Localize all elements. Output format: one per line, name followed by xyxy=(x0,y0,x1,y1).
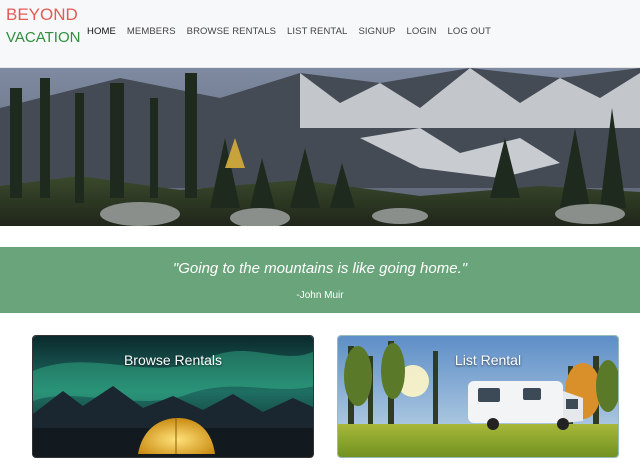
navbar: BEYOND VACATION HOME MEMBERS BROWSE RENT… xyxy=(0,0,640,68)
brand-line-1: BEYOND xyxy=(6,5,78,24)
hero-mountain-image xyxy=(0,68,640,226)
nav-signup[interactable]: SIGNUP xyxy=(358,26,395,37)
quote-text: "Going to the mountains is like going ho… xyxy=(172,260,468,277)
brand-line-2: VACATION xyxy=(6,29,81,46)
browse-rentals-card[interactable]: Browse Rentals xyxy=(32,335,314,458)
browse-rentals-label: Browse Rentals xyxy=(123,352,223,368)
nav-home[interactable]: HOME xyxy=(87,26,116,37)
list-rental-card[interactable]: List Rental xyxy=(337,335,619,458)
nav-browse-rentals[interactable]: BROWSE RENTALS xyxy=(187,26,276,37)
main-nav: HOME MEMBERS BROWSE RENTALS LIST RENTAL … xyxy=(87,26,502,37)
nav-list-rental[interactable]: LIST RENTAL xyxy=(287,26,347,37)
nav-login[interactable]: LOGIN xyxy=(406,26,436,37)
hero-landscape xyxy=(0,68,640,226)
nav-logout[interactable]: LOG OUT xyxy=(448,26,491,37)
quote-author: -John Muir xyxy=(296,290,344,301)
quote-banner: "Going to the mountains is like going ho… xyxy=(0,247,640,313)
brand-logo[interactable]: BEYOND VACATION xyxy=(6,6,80,45)
list-rental-label: List Rental xyxy=(454,352,522,368)
nav-members[interactable]: MEMBERS xyxy=(127,26,176,37)
